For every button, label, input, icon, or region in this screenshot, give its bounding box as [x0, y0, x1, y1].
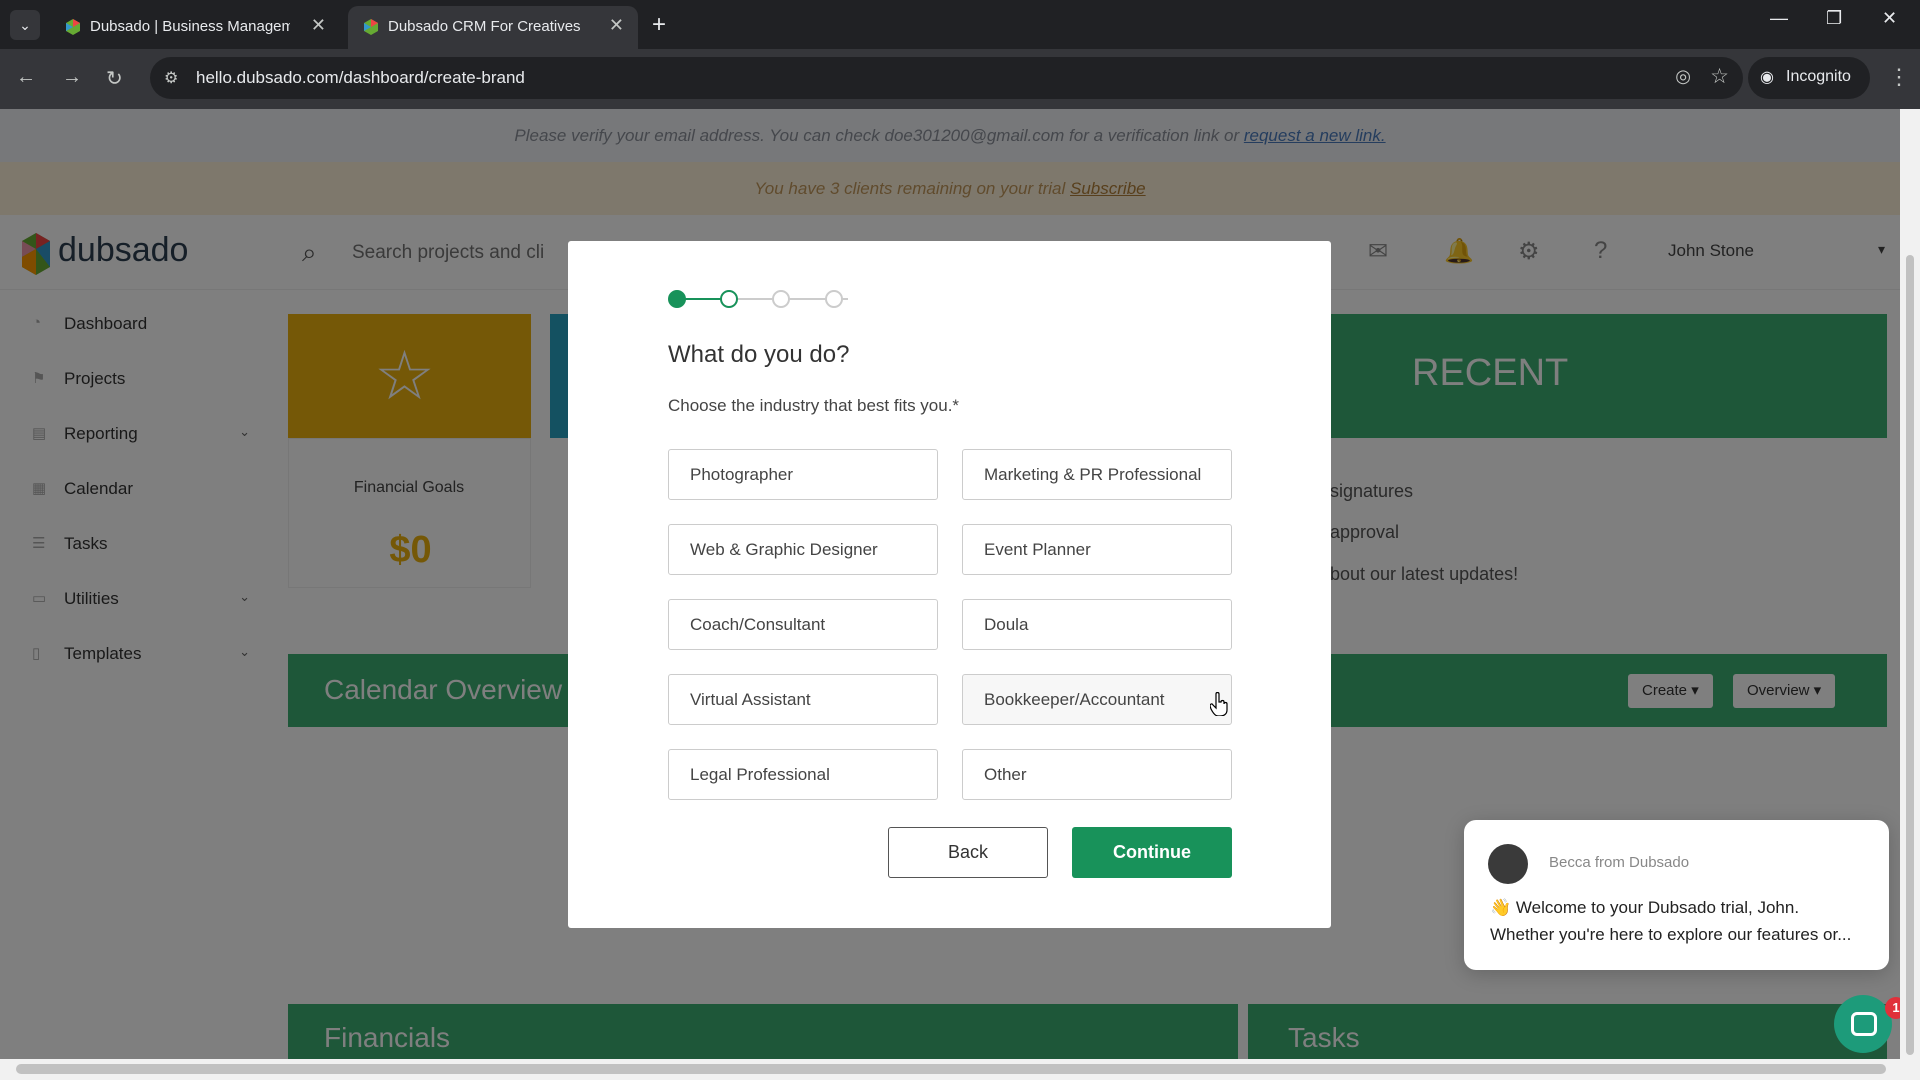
tab-title: Dubsado CRM For Creatives [388, 18, 581, 35]
incognito-indicator[interactable]: ◉ Incognito [1748, 57, 1870, 99]
dubsado-favicon-icon [364, 19, 378, 35]
option-event-planner[interactable]: Event Planner [962, 524, 1232, 575]
vertical-scroll-thumb[interactable] [1906, 255, 1914, 1055]
step-dot [825, 290, 843, 308]
browser-tab-bar: ⌄ Dubsado | Business Manageme ✕ Dubsado … [0, 0, 1920, 49]
option-doula[interactable]: Doula [962, 599, 1232, 650]
avatar [1488, 844, 1528, 884]
url-text[interactable]: hello.dubsado.com/dashboard/create-brand [196, 68, 525, 88]
incognito-icon: ◉ [1760, 69, 1774, 86]
browser-tab-active[interactable]: Dubsado CRM For Creatives ✕ [348, 6, 638, 49]
chat-icon [1851, 1012, 1877, 1036]
new-tab-button[interactable]: + [652, 10, 666, 40]
bookmark-star-icon[interactable]: ☆ [1710, 64, 1729, 89]
continue-button[interactable]: Continue [1072, 827, 1232, 878]
modal-title: What do you do? [668, 341, 850, 368]
chat-message-line: 👋 Welcome to your Dubsado trial, John. [1490, 898, 1800, 917]
chat-launcher-button[interactable] [1834, 995, 1892, 1053]
step-dot [772, 290, 790, 308]
back-icon[interactable]: ← [16, 66, 36, 89]
option-legal-professional[interactable]: Legal Professional [668, 749, 938, 800]
step-dot-complete [668, 290, 686, 308]
chat-message-line: Whether you're here to explore our featu… [1490, 925, 1852, 944]
hand-cursor-icon [1210, 692, 1228, 716]
tracking-protection-icon[interactable]: ◎ [1675, 66, 1691, 87]
chat-popup[interactable]: Becca from Dubsado 👋 Welcome to your Dub… [1464, 820, 1889, 970]
forward-icon[interactable]: → [62, 66, 82, 89]
address-bar-row: ← → ↻ ⚙ hello.dubsado.com/dashboard/crea… [0, 49, 1920, 109]
close-window-icon[interactable]: ✕ [1882, 8, 1897, 29]
option-virtual-assistant[interactable]: Virtual Assistant [668, 674, 938, 725]
close-tab-icon[interactable]: ✕ [609, 15, 624, 36]
option-photographer[interactable]: Photographer [668, 449, 938, 500]
dubsado-favicon-icon [66, 19, 80, 35]
option-other[interactable]: Other [962, 749, 1232, 800]
option-bookkeeper-accountant[interactable]: Bookkeeper/Accountant [962, 674, 1232, 725]
minimize-icon[interactable]: — [1770, 8, 1788, 29]
incognito-label: Incognito [1786, 68, 1851, 85]
browser-menu-icon[interactable]: ⋮ [1888, 64, 1910, 90]
step-dot-current [720, 290, 738, 308]
chat-sender: Becca from Dubsado [1549, 854, 1690, 871]
industry-modal: What do you do? Choose the industry that… [568, 241, 1331, 928]
option-web-graphic-designer[interactable]: Web & Graphic Designer [668, 524, 938, 575]
close-tab-icon[interactable]: ✕ [311, 15, 326, 36]
back-button[interactable]: Back [888, 827, 1048, 878]
option-coach-consultant[interactable]: Coach/Consultant [668, 599, 938, 650]
restore-icon[interactable]: ❐ [1826, 8, 1842, 29]
horizontal-scroll-thumb[interactable] [16, 1064, 1886, 1074]
tab-search-button[interactable]: ⌄ [10, 10, 40, 40]
reload-icon[interactable]: ↻ [106, 66, 123, 91]
omnibox[interactable]: ⚙ hello.dubsado.com/dashboard/create-bra… [150, 57, 1743, 99]
option-marketing-pr[interactable]: Marketing & PR Professional [962, 449, 1232, 500]
modal-subtitle: Choose the industry that best fits you.* [668, 396, 960, 415]
site-info-icon[interactable]: ⚙ [164, 68, 178, 88]
browser-tab[interactable]: Dubsado | Business Manageme ✕ [50, 6, 340, 49]
tab-title: Dubsado | Business Manageme [90, 18, 290, 35]
